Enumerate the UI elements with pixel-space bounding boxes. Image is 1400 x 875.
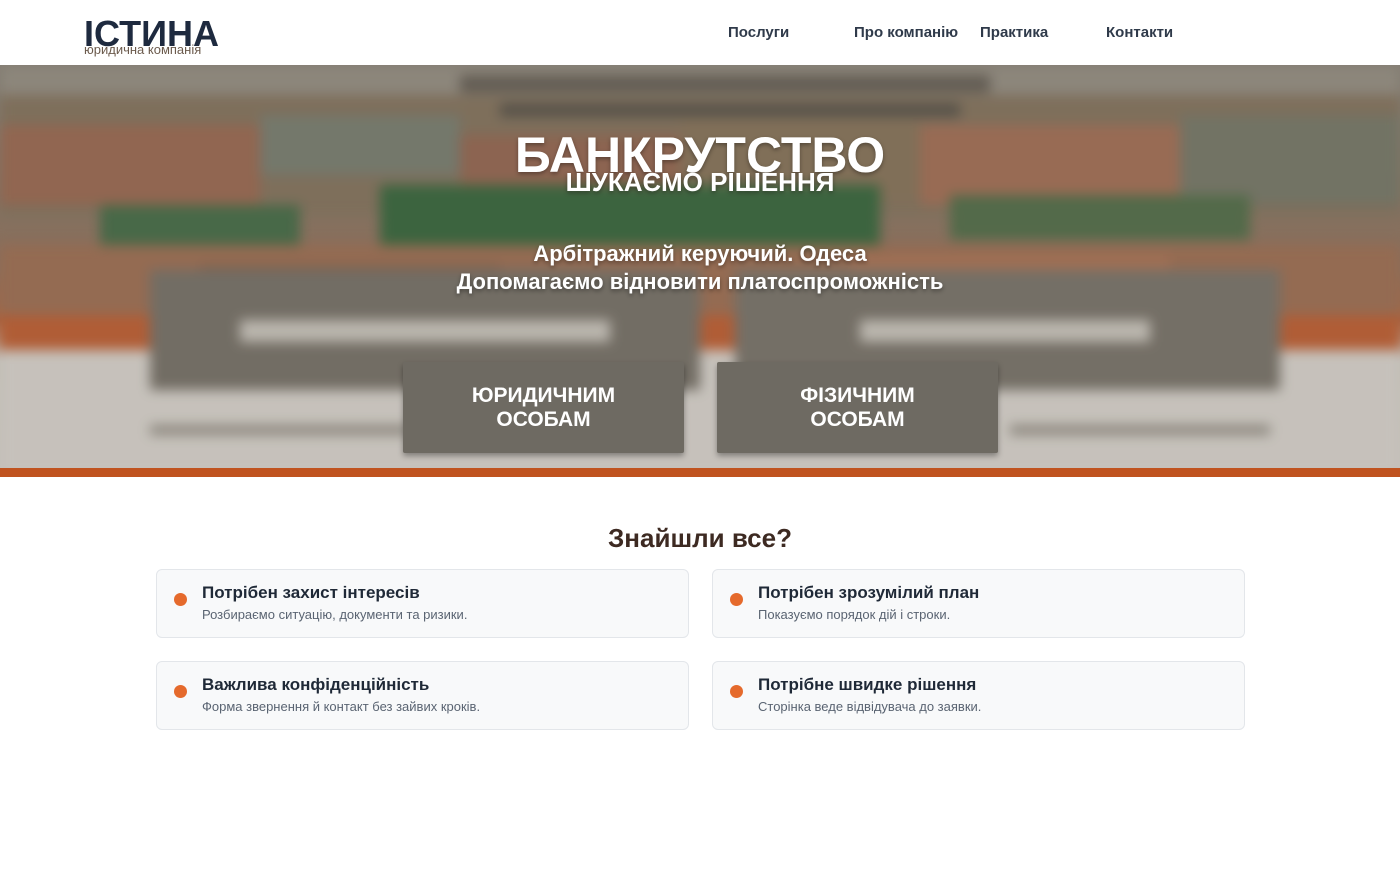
nav-link-about[interactable]: Про компанію <box>854 24 958 41</box>
hero-tagline: Арбітражний керуючий. Одеса <box>533 241 867 266</box>
hero-subtitle: ШУКАЄМО РІШЕННЯ <box>565 167 835 197</box>
legal-entities-button-line2: ОСОБАМ <box>496 407 591 431</box>
site-header: ІСТИНА юридична компанія Послуги Про ком… <box>0 0 1400 65</box>
legal-entities-button-line1: ЮРИДИЧНИМ <box>471 383 616 407</box>
feature-card-description: Сторінка веде відвідувача до заявки. <box>758 699 982 714</box>
feature-card-fast-solution[interactable]: Потрібне швидке рішення Сторінка веде ві… <box>712 661 1245 730</box>
feature-card-description: Форма звернення й контакт без зайвих кро… <box>202 699 481 714</box>
hero-description: Допомагаємо відновити платоспроможність <box>456 269 944 294</box>
dot-icon <box>730 593 743 606</box>
nav-link-contacts[interactable]: Контакти <box>1106 24 1173 41</box>
individuals-button[interactable]: ФІЗИЧНИМ ОСОБАМ <box>717 362 998 453</box>
logo-subtitle: юридична компанія <box>84 42 202 57</box>
dot-icon <box>730 685 743 698</box>
hero-banner: БАНКРУТСТВО ШУКАЄМО РІШЕННЯ Арбітражний … <box>0 65 1400 477</box>
section-title: Знайшли все? <box>608 523 792 553</box>
feature-card-title: Потрібен захист інтересів <box>202 583 420 602</box>
hero-accent-stripe <box>0 468 1400 477</box>
feature-card-plan[interactable]: Потрібен зрозумілий план Показуємо поряд… <box>712 569 1245 638</box>
dot-icon <box>174 593 187 606</box>
feature-card-title: Важлива конфіденційність <box>202 675 430 694</box>
nav-link-practice[interactable]: Практика <box>980 24 1048 41</box>
feature-card-title: Потрібен зрозумілий план <box>758 583 980 602</box>
nav-link-services[interactable]: Послуги <box>728 24 789 41</box>
logo[interactable]: ІСТИНА юридична компанія <box>84 16 219 57</box>
feature-card-description: Показуємо порядок дій і строки. <box>758 607 951 622</box>
feature-card-description: Розбираємо ситуацію, документи та ризики… <box>202 607 468 622</box>
individuals-button-line1: ФІЗИЧНИМ <box>800 383 915 407</box>
feature-card-protection[interactable]: Потрібен захист інтересів Розбираємо сит… <box>156 569 689 638</box>
feature-card-confidentiality[interactable]: Важлива конфіденційність Форма звернення… <box>156 661 689 730</box>
dot-icon <box>174 685 187 698</box>
legal-entities-button[interactable]: ЮРИДИЧНИМ ОСОБАМ <box>403 362 684 453</box>
feature-card-title: Потрібне швидке рішення <box>758 675 977 694</box>
individuals-button-line2: ОСОБАМ <box>810 407 905 431</box>
